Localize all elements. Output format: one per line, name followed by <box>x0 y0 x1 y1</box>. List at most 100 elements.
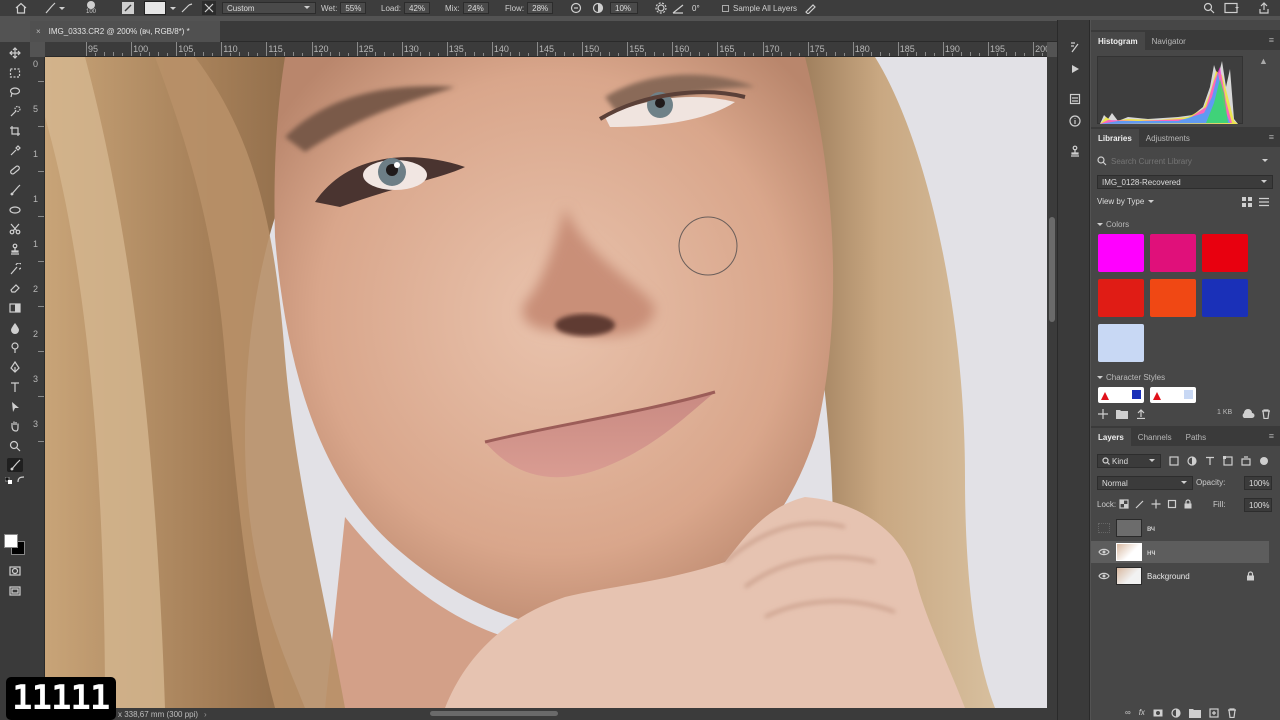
layer-row[interactable]: вч <box>1091 517 1269 539</box>
screen-mode-icon[interactable] <box>7 584 23 598</box>
load-brush-icon[interactable] <box>180 0 194 16</box>
path-selection-tool-icon[interactable] <box>7 400 23 414</box>
home-icon[interactable] <box>14 0 28 16</box>
status-menu-chevron-icon[interactable]: › <box>204 710 207 719</box>
dodge-tool-icon[interactable] <box>7 341 23 355</box>
brush-tool-icon[interactable] <box>7 183 23 197</box>
character-style-item[interactable] <box>1098 387 1144 403</box>
eye-icon[interactable] <box>1098 571 1110 581</box>
eyedropper-tool-icon[interactable] <box>7 144 23 158</box>
clean-brush-icon[interactable] <box>202 0 216 16</box>
wet-field[interactable]: 55% <box>340 2 367 14</box>
new-layer-icon[interactable] <box>1209 708 1219 718</box>
mix-field[interactable]: 24% <box>462 2 489 14</box>
color-swatch[interactable] <box>1150 279 1196 317</box>
brush-size-preview[interactable]: 100 <box>86 0 96 16</box>
tab-histogram[interactable]: Histogram <box>1091 32 1145 50</box>
clone-source-icon[interactable] <box>1068 144 1082 158</box>
document-canvas[interactable] <box>45 57 1047 708</box>
swap-colors-icon[interactable] <box>17 475 25 483</box>
tab-channels[interactable]: Channels <box>1131 428 1179 446</box>
history-brush-tool-icon[interactable] <box>7 262 23 276</box>
panel-menu-icon[interactable]: ≡ <box>1269 35 1274 45</box>
trash-icon[interactable] <box>1261 409 1271 422</box>
filter-toggle-icon[interactable] <box>1259 456 1269 466</box>
upload-icon[interactable] <box>1136 409 1146 419</box>
character-style-item[interactable] <box>1150 387 1196 403</box>
color-swatch[interactable] <box>1202 234 1248 272</box>
hand-tool-icon[interactable] <box>7 419 23 433</box>
panel-menu-icon[interactable]: ≡ <box>1269 132 1274 142</box>
zoom-tool-icon[interactable] <box>7 439 23 453</box>
share-icon[interactable] <box>1258 0 1270 16</box>
quick-selection-tool-icon[interactable] <box>7 104 23 118</box>
lock-image-pixels-icon[interactable] <box>1135 499 1145 509</box>
actions-play-icon[interactable] <box>1068 62 1082 76</box>
character-styles-section-header[interactable]: Character Styles <box>1097 373 1165 382</box>
eye-icon[interactable] <box>1098 547 1110 557</box>
crop-tool-icon[interactable] <box>7 124 23 138</box>
lock-transparent-pixels-icon[interactable] <box>1119 499 1129 509</box>
eraser-mode-icon[interactable] <box>7 203 23 217</box>
color-swatch[interactable] <box>1098 234 1144 272</box>
sample-all-layers-checkbox[interactable]: Sample All Layers <box>722 0 797 16</box>
smart-object-filter-icon[interactable] <box>1241 456 1251 466</box>
color-swatch[interactable] <box>1202 279 1248 317</box>
blend-mode-select[interactable]: Normal <box>1097 476 1193 490</box>
fill-field[interactable]: 100% <box>1244 498 1272 512</box>
lock-position-icon[interactable] <box>1151 499 1161 509</box>
type-tool-icon[interactable] <box>7 380 23 394</box>
lock-all-icon[interactable] <box>1183 499 1193 509</box>
tab-libraries[interactable]: Libraries <box>1091 129 1139 147</box>
colors-section-header[interactable]: Colors <box>1097 220 1129 229</box>
vertical-scroll-thumb[interactable] <box>1049 217 1055 322</box>
brush-panel-icon[interactable] <box>121 0 135 16</box>
pressure-icon[interactable] <box>804 0 816 16</box>
gradient-tool-icon[interactable] <box>7 301 23 315</box>
mixer-brush-active-tool-icon[interactable] <box>7 458 23 472</box>
mixer-brush-tool-icon[interactable] <box>44 0 66 16</box>
brush-angle-field[interactable]: 0° <box>688 2 714 14</box>
color-swatch[interactable] <box>1150 234 1196 272</box>
horizontal-scroll-thumb[interactable] <box>430 711 558 716</box>
panel-menu-icon[interactable]: ≡ <box>1269 431 1274 441</box>
opacity-field[interactable]: 100% <box>1244 476 1272 490</box>
brush-settings-icon[interactable] <box>1068 40 1082 54</box>
library-search-input[interactable] <box>1111 156 1261 166</box>
default-colors-icon[interactable] <box>4 475 12 484</box>
pen-tool-icon[interactable] <box>7 360 23 374</box>
add-mask-icon[interactable] <box>1153 708 1163 718</box>
smoothing-icon[interactable] <box>592 0 604 16</box>
color-swatch[interactable] <box>1098 279 1144 317</box>
layer-row-selected[interactable]: нч <box>1091 541 1269 563</box>
quick-mask-icon[interactable] <box>7 564 23 578</box>
new-group-icon[interactable] <box>1188 708 1201 718</box>
shape-filter-icon[interactable] <box>1223 456 1233 466</box>
brush-angle-icon[interactable] <box>672 0 684 16</box>
tab-adjustments[interactable]: Adjustments <box>1139 129 1197 147</box>
scissors-tool-icon[interactable] <box>7 222 23 236</box>
grid-view-icon[interactable] <box>1242 197 1252 210</box>
close-tab-icon[interactable]: × <box>36 27 41 36</box>
document-tab[interactable]: × IMG_0333.CR2 @ 200% (вч, RGB/8*) * <box>30 21 220 42</box>
smoothing-settings-gear-icon[interactable] <box>655 0 667 16</box>
foreground-color-swatch[interactable] <box>4 534 18 548</box>
library-select[interactable]: IMG_0128-Recovered <box>1097 175 1273 189</box>
pixel-filter-icon[interactable] <box>1169 456 1179 466</box>
layer-filter-kind-select[interactable]: Kind <box>1097 454 1161 468</box>
layer-visibility-empty[interactable] <box>1098 523 1110 533</box>
current-color-well[interactable] <box>144 0 178 16</box>
tab-layers[interactable]: Layers <box>1091 428 1131 446</box>
healing-brush-tool-icon[interactable] <box>7 163 23 177</box>
tab-paths[interactable]: Paths <box>1179 428 1213 446</box>
properties-icon[interactable] <box>1068 92 1082 106</box>
fx-icon[interactable]: fx <box>1139 708 1145 718</box>
airbrush-icon[interactable] <box>570 0 582 16</box>
prevent-autonesting-icon[interactable] <box>1167 499 1177 509</box>
clone-stamp-tool-icon[interactable] <box>7 242 23 256</box>
tab-navigator[interactable]: Navigator <box>1145 32 1193 50</box>
cloud-icon[interactable] <box>1241 409 1255 422</box>
move-tool-icon[interactable] <box>7 46 23 60</box>
link-layers-icon[interactable]: ∞ <box>1125 708 1131 718</box>
flow-field[interactable]: 28% <box>527 2 554 14</box>
